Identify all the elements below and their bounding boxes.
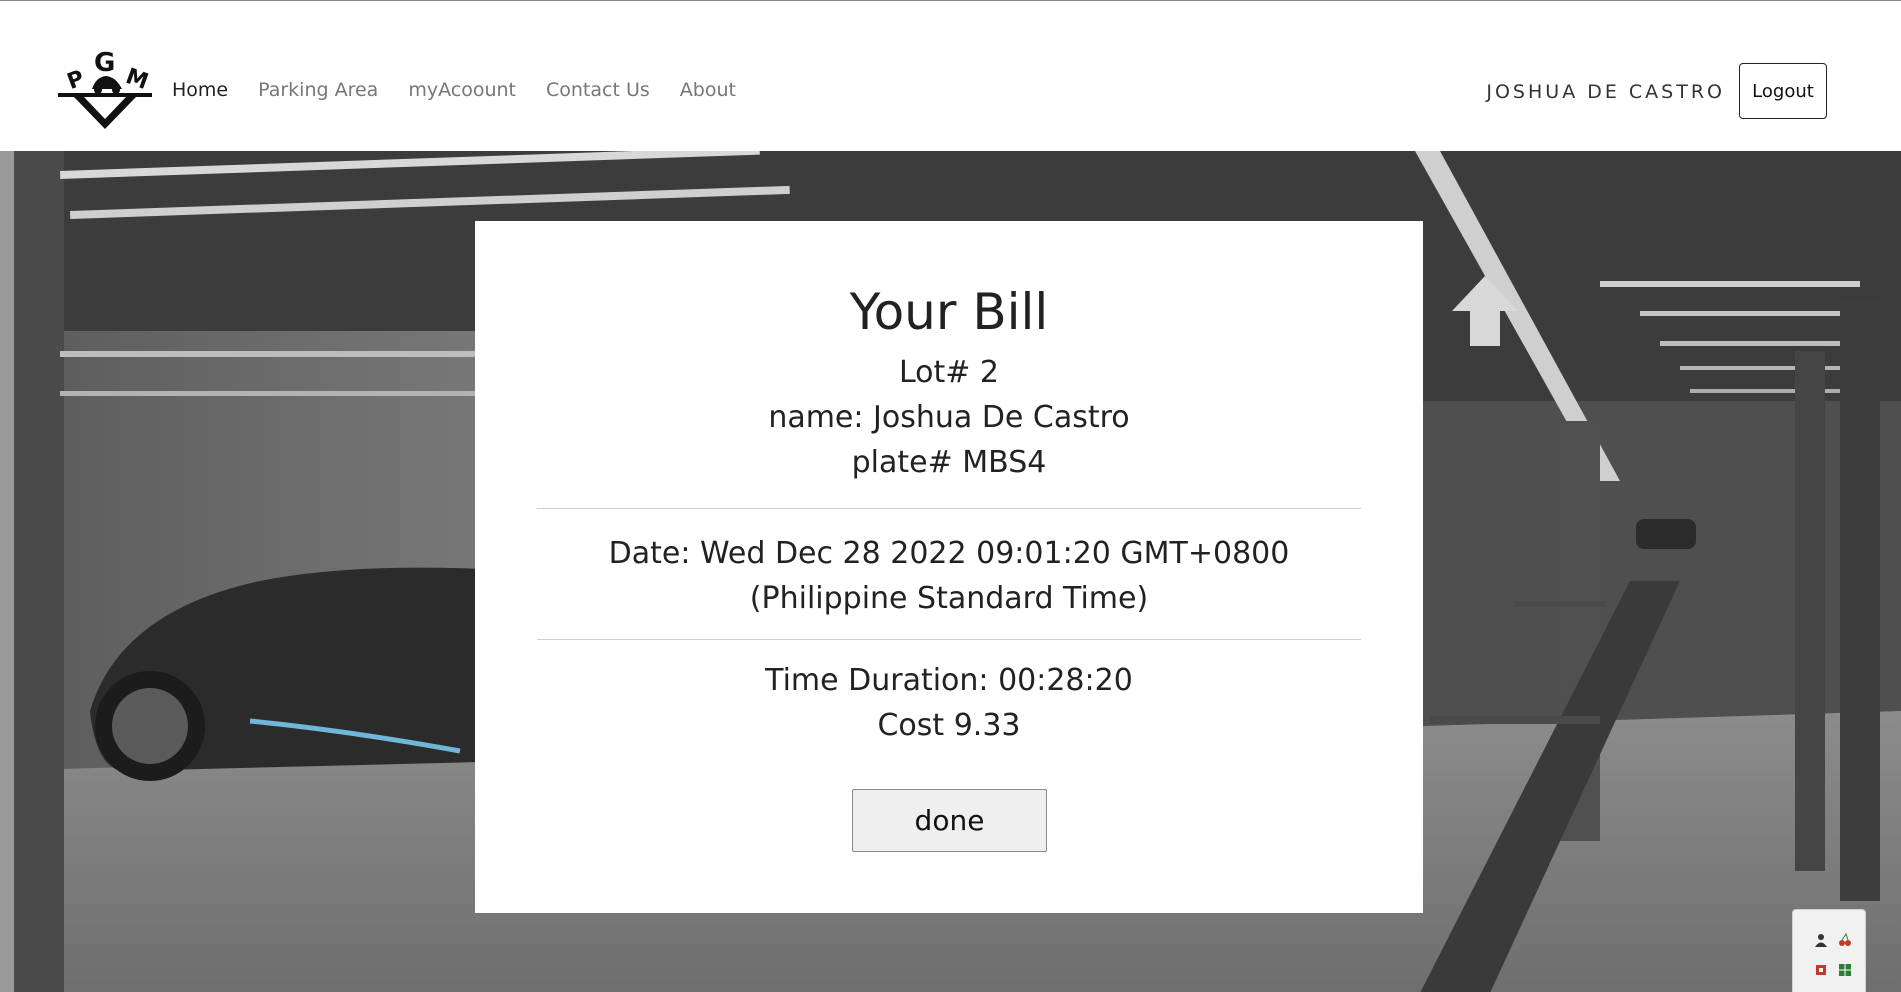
nav-links: Home Parking Area myAcoount Contact Us A… [172,79,736,101]
nav-contact-us[interactable]: Contact Us [546,79,650,101]
bill-name: name: Joshua De Castro [768,400,1130,435]
page: P G M Home Parking Area myAcoount Contac… [0,0,1901,992]
logo-icon: P G M [58,48,152,129]
system-tray-widget[interactable] [1792,909,1866,992]
person-icon[interactable] [1813,932,1829,948]
bill-title: Your Bill [849,283,1049,341]
svg-text:M: M [122,64,151,95]
bill-plate: plate# MBS4 [851,445,1047,480]
nav-parking-area[interactable]: Parking Area [258,79,378,101]
bill-lot: Lot# 2 [898,355,1000,390]
grid-icon[interactable] [1837,962,1853,978]
nav-about[interactable]: About [680,79,736,101]
bill-modal: Your Bill Lot# 2 name: Joshua De Castro … [475,221,1423,913]
bill-date: Date: Wed Dec 28 2022 09:01:20 GMT+0800 … [608,536,1290,616]
bill-duration: Time Duration: 00:28:20 [765,663,1133,698]
logout-button[interactable]: Logout [1739,63,1827,119]
nav-home[interactable]: Home [172,79,228,101]
brand-logo[interactable]: P G M [56,48,156,135]
svg-text:G: G [94,49,115,78]
nav-my-account[interactable]: myAcoount [408,79,516,101]
done-button[interactable]: done [852,789,1047,852]
bill-divider [537,639,1361,640]
user-name: JOSHUA DE CASTRO [1486,81,1725,103]
bill-cost: Cost 9.33 [877,708,1021,743]
svg-text:P: P [64,66,88,95]
navbar: P G M Home Parking Area myAcoount Contac… [0,1,1901,151]
chip-icon[interactable] [1813,962,1829,978]
cherry-icon[interactable] [1837,932,1853,948]
bill-divider [537,508,1361,509]
